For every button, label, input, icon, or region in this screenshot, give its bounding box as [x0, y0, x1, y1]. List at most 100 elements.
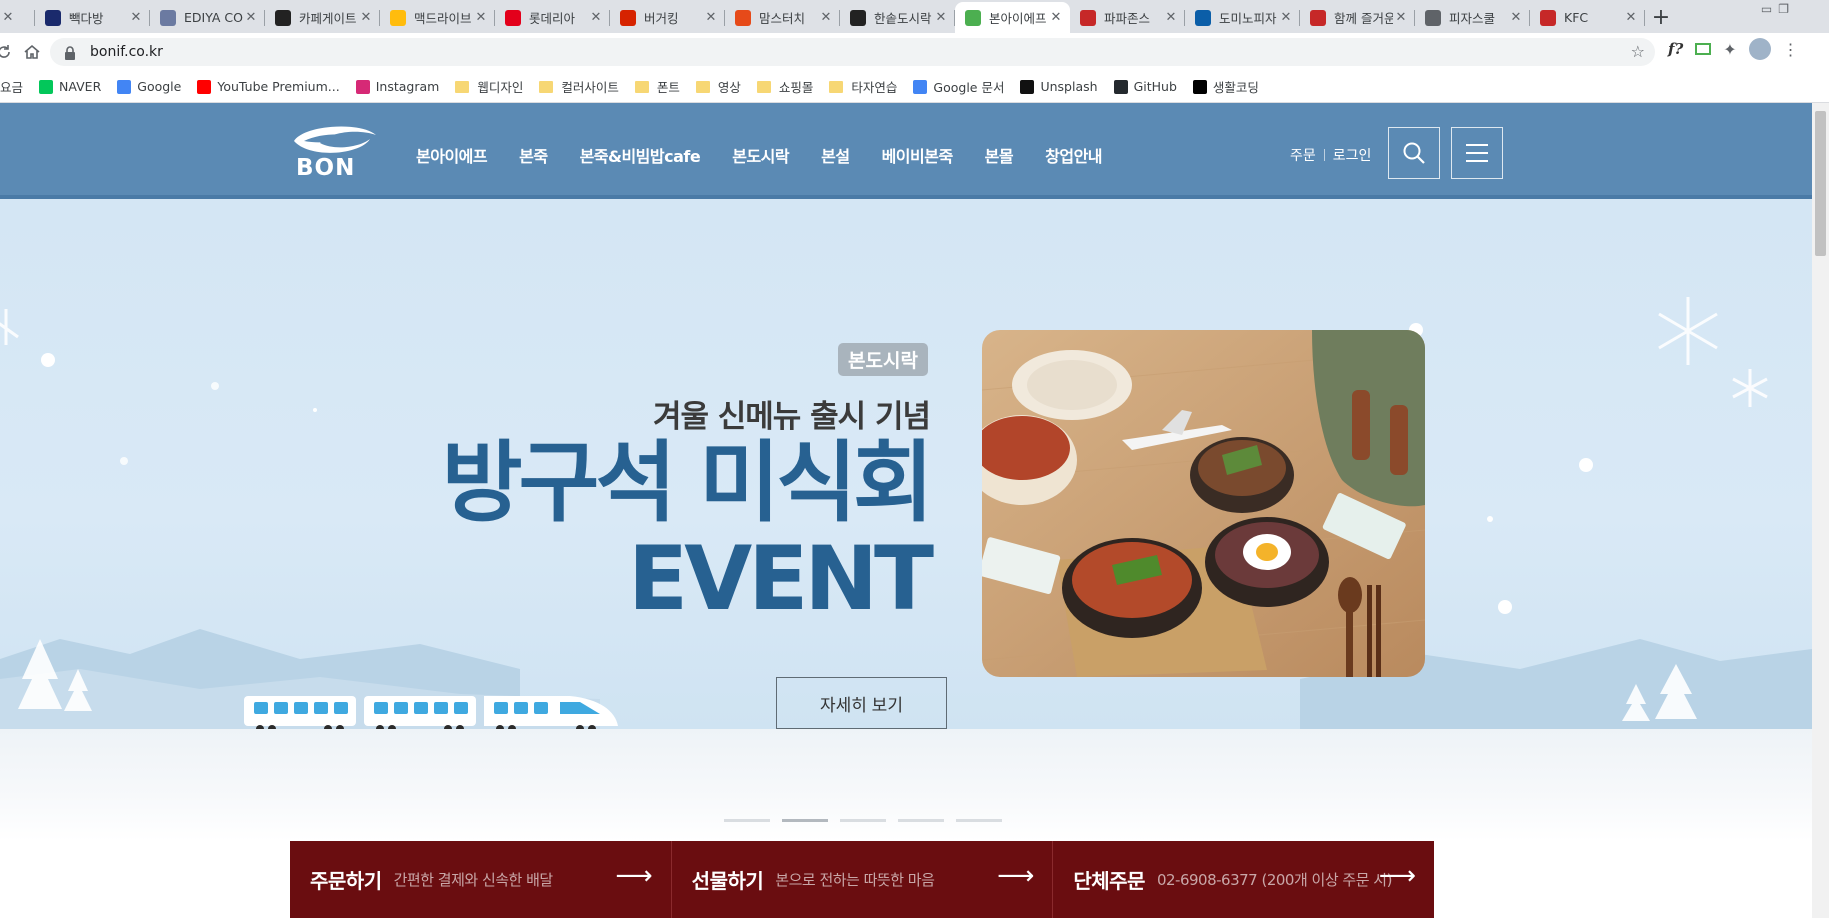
bookmark-link[interactable]: NAVER — [39, 79, 101, 94]
bookmark-link[interactable]: YouTube Premium... — [197, 79, 340, 94]
folder-icon — [539, 80, 554, 93]
bookmark-link[interactable]: Google 문서 — [913, 77, 1004, 96]
nav-item[interactable]: 본아이에프 — [416, 143, 488, 167]
search-button[interactable] — [1388, 127, 1440, 179]
reload-icon[interactable] — [0, 38, 18, 66]
lock-icon[interactable] — [64, 45, 76, 60]
site-favicon-icon — [355, 79, 370, 94]
bon-icon — [965, 9, 981, 26]
bookmark-link[interactable]: 생활코딩 — [1192, 77, 1259, 96]
close-tab-icon[interactable]: ✕ — [1278, 10, 1294, 25]
browser-tab[interactable]: 빽다방 ✕ — [35, 2, 150, 33]
bookmark-link[interactable]: 요금 — [0, 77, 23, 96]
browser-tab[interactable]: EDIYA CO ✕ — [150, 2, 265, 33]
browser-tab[interactable]: ✕ — [0, 2, 35, 33]
address-bar[interactable]: bonif.co.kr ☆ — [50, 38, 1655, 66]
profile-avatar[interactable] — [1748, 38, 1771, 60]
bookmark-folder[interactable]: 영상 — [695, 77, 741, 96]
close-tab-icon[interactable]: ✕ — [358, 10, 374, 25]
bon-logo[interactable]: BON — [290, 121, 380, 181]
bookmark-folder[interactable]: 타자연습 — [829, 77, 897, 96]
close-tab-icon[interactable]: ✕ — [1048, 10, 1064, 25]
tab-title: 카페게이트 — [299, 11, 357, 26]
extensions-puzzle-icon[interactable]: ✦ — [1723, 40, 1736, 59]
close-tab-icon[interactable]: ✕ — [473, 10, 489, 25]
close-tab-icon[interactable]: ✕ — [128, 10, 144, 25]
whatfont-extension-icon[interactable]: f? — [1668, 40, 1683, 58]
scrollbar-thumb[interactable] — [1815, 111, 1826, 256]
browser-tab[interactable]: 카페게이트 ✕ — [265, 2, 380, 33]
home-icon[interactable] — [18, 38, 46, 66]
close-tab-icon[interactable]: ✕ — [933, 10, 949, 25]
slide-dot[interactable] — [898, 819, 944, 822]
hero-snow-ground — [0, 729, 1812, 841]
nav-item[interactable]: 본죽 — [519, 143, 548, 167]
quick-link[interactable]: 주문하기 간편한 결제와 신속한 배달 ⟶ — [290, 841, 672, 918]
bookmark-label: 폰트 — [656, 80, 680, 95]
close-tab-icon[interactable]: ✕ — [1623, 10, 1639, 25]
nav-item[interactable]: 본죽&비빔밥cafe — [580, 143, 701, 167]
quick-link-title: 단체주문 — [1073, 869, 1145, 893]
nav-item[interactable]: 본몰 — [985, 143, 1014, 167]
close-tab-icon[interactable]: ✕ — [243, 10, 259, 25]
bookmark-label: Google — [137, 79, 182, 94]
quick-link-title: 주문하기 — [310, 869, 382, 893]
close-tab-icon[interactable]: ✕ — [588, 10, 604, 25]
close-tab-icon[interactable]: ✕ — [703, 10, 719, 25]
bookmark-folder[interactable]: 쇼핑몰 — [756, 77, 813, 96]
pizzahut-icon — [1310, 9, 1326, 26]
hero-title: 방구석 미식회 EVENT — [380, 431, 934, 627]
browser-tab[interactable]: 본아이에프 ✕ — [955, 2, 1070, 33]
tab-title: 피자스쿨 — [1449, 11, 1496, 26]
mcdonalds-icon — [390, 9, 406, 26]
menu-kebab-icon[interactable]: ⋮ — [1783, 40, 1799, 59]
page-scrollbar[interactable] — [1812, 103, 1829, 918]
bookmark-folder[interactable]: 웹디자인 — [455, 77, 523, 96]
browser-tab[interactable]: 롯데리아 ✕ — [495, 2, 610, 33]
bookmark-link[interactable]: Google — [117, 79, 181, 94]
close-tab-icon[interactable]: ✕ — [1393, 10, 1409, 25]
browser-tab[interactable]: 한솥도시락 ✕ — [840, 2, 955, 33]
bookmark-folder[interactable]: 컬러사이트 — [539, 77, 619, 96]
extension-icon[interactable] — [1695, 43, 1712, 55]
slide-dot[interactable] — [782, 819, 828, 822]
quick-link[interactable]: 단체주문 02-6908-6377 (200개 이상 주문 시) ⟶ — [1053, 841, 1434, 918]
site-header: BON 본아이에프 본죽 본죽&비빔밥cafe 본도시락 본설 베이비본죽 본몰 창업안내 주… — [0, 103, 1812, 199]
bookmark-star-icon[interactable]: ☆ — [1631, 42, 1645, 61]
restore-icon[interactable]: ❐ — [1778, 2, 1789, 16]
all-menu-button[interactable] — [1451, 127, 1503, 179]
view-details-button[interactable]: 자세히 보기 — [776, 677, 947, 729]
close-tab-icon[interactable]: ✕ — [1163, 10, 1179, 25]
browser-tab[interactable]: KFC ✕ — [1530, 2, 1645, 33]
close-tab-icon[interactable]: ✕ — [0, 10, 16, 25]
nav-item[interactable]: 창업안내 — [1045, 143, 1102, 167]
close-tab-icon[interactable]: ✕ — [818, 10, 834, 25]
browser-tab[interactable]: 파파존스 ✕ — [1070, 2, 1185, 33]
browser-tab[interactable]: 피자스쿨 ✕ — [1415, 2, 1530, 33]
hero-title-line1: 방구석 미식회 — [441, 431, 934, 534]
bookmark-link[interactable]: Instagram — [355, 79, 439, 94]
nav-item[interactable]: 본도시락 — [732, 143, 789, 167]
site-favicon-icon — [117, 79, 132, 94]
papajohns-icon — [1080, 9, 1096, 26]
login-link[interactable]: 로그인 — [1333, 145, 1372, 165]
order-link[interactable]: 주문 — [1290, 145, 1316, 165]
browser-tab[interactable]: 맥드라이브 ✕ — [380, 2, 495, 33]
nav-item[interactable]: 본설 — [821, 143, 850, 167]
browser-tab[interactable]: 버거킹 ✕ — [610, 2, 725, 33]
new-tab-button[interactable]: + — [1645, 2, 1677, 33]
close-tab-icon[interactable]: ✕ — [1508, 10, 1524, 25]
bookmark-link[interactable]: Unsplash — [1020, 79, 1098, 94]
bookmark-folder[interactable]: 폰트 — [634, 77, 680, 96]
browser-tab[interactable]: 도미노피자 ✕ — [1185, 2, 1300, 33]
browser-tab[interactable]: 함께 즐거운 ✕ — [1300, 2, 1415, 33]
slide-dot[interactable] — [724, 819, 770, 822]
bookmark-link[interactable]: GitHub — [1113, 79, 1177, 94]
nav-item[interactable]: 베이비본죽 — [882, 143, 954, 167]
browser-tab[interactable]: 맘스터치 ✕ — [725, 2, 840, 33]
site-favicon-icon — [197, 79, 212, 94]
quick-link[interactable]: 선물하기 본으로 전하는 따뜻한 마음 ⟶ — [672, 841, 1054, 918]
slide-dot[interactable] — [956, 819, 1002, 822]
minimize-icon[interactable]: ▭ — [1761, 2, 1772, 16]
slide-dot[interactable] — [840, 819, 886, 822]
